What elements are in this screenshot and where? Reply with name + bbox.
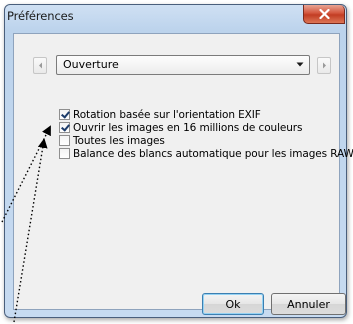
annotation-arrows [1,125,51,323]
annotation-arrow [1,125,51,223]
